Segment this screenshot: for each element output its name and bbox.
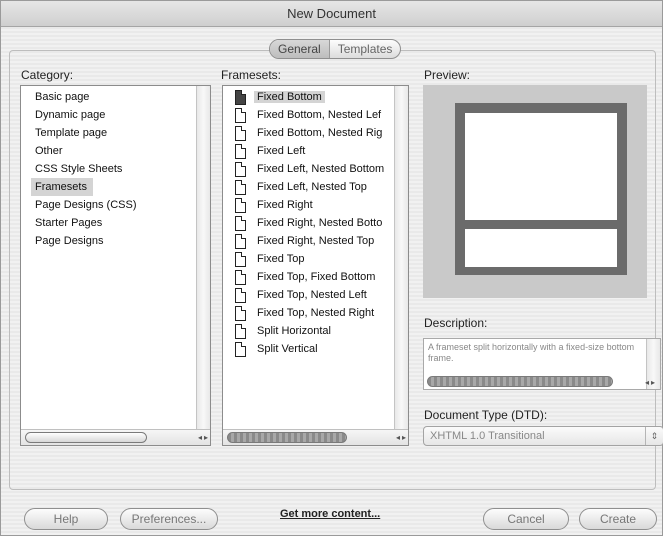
scroll-right-icon[interactable]: ▸ bbox=[402, 431, 406, 444]
category-vertical-scrollbar[interactable] bbox=[196, 86, 210, 429]
frameset-item-label: Fixed Left bbox=[257, 145, 306, 157]
category-scroll-thumb[interactable] bbox=[25, 432, 147, 443]
category-item[interactable]: Dynamic page bbox=[21, 106, 196, 124]
category-item[interactable]: Starter Pages bbox=[21, 214, 196, 232]
scroll-left-icon[interactable]: ◂ bbox=[645, 376, 649, 389]
scroll-left-icon[interactable]: ◂ bbox=[396, 431, 400, 444]
scroll-right-icon[interactable]: ▸ bbox=[204, 431, 208, 444]
create-button[interactable]: Create bbox=[579, 508, 657, 530]
frameset-item[interactable]: Fixed Right, Nested Top bbox=[223, 232, 394, 250]
document-page-icon bbox=[235, 251, 246, 267]
frameset-item-label: Split Horizontal bbox=[257, 325, 331, 337]
frameset-item-label: Fixed Bottom bbox=[254, 91, 325, 103]
category-list[interactable]: Basic page Dynamic page Template page Ot… bbox=[20, 85, 211, 446]
description-text: A frameset split horizontally with a fix… bbox=[428, 342, 635, 363]
document-page-icon bbox=[235, 323, 246, 339]
frameset-item[interactable]: Fixed Left bbox=[223, 142, 394, 160]
document-page-icon bbox=[235, 89, 246, 105]
framesets-label: Framesets: bbox=[221, 68, 282, 82]
frameset-item[interactable]: Fixed Right bbox=[223, 196, 394, 214]
frameset-item[interactable]: Fixed Top, Nested Right bbox=[223, 304, 394, 322]
category-label: Category: bbox=[21, 68, 74, 82]
description-horizontal-scrollbar[interactable]: ◂ ▸ bbox=[423, 373, 661, 391]
document-page-icon bbox=[235, 143, 246, 159]
preview-box bbox=[423, 85, 647, 298]
document-page-icon bbox=[235, 215, 246, 231]
category-item[interactable]: Template page bbox=[21, 124, 196, 142]
framesets-list[interactable]: Fixed Bottom Fixed Bottom, Nested Lef Fixe… bbox=[222, 85, 409, 446]
document-page-icon bbox=[235, 125, 246, 141]
framesets-horizontal-scrollbar[interactable]: ◂ ▸ bbox=[223, 429, 408, 445]
frameset-item-label: Fixed Bottom, Nested Lef bbox=[257, 109, 382, 121]
description-label: Description: bbox=[424, 316, 488, 330]
doctype-value: XHTML 1.0 Transitional bbox=[430, 430, 545, 442]
window-title: New Document bbox=[1, 1, 662, 27]
document-page-icon bbox=[235, 161, 246, 177]
category-item[interactable]: Basic page bbox=[21, 88, 196, 106]
doctype-select[interactable]: XHTML 1.0 Transitional ⇕ bbox=[423, 426, 663, 446]
frameset-item-label: Fixed Top, Nested Right bbox=[257, 307, 375, 319]
category-item[interactable]: Page Designs bbox=[21, 232, 196, 250]
preview-label: Preview: bbox=[424, 68, 471, 82]
scroll-right-icon[interactable]: ▸ bbox=[651, 376, 655, 389]
tab-bar: General Templates bbox=[269, 39, 402, 59]
category-item[interactable]: Page Designs (CSS) bbox=[21, 196, 196, 214]
document-page-icon bbox=[235, 233, 246, 249]
cancel-button[interactable]: Cancel bbox=[483, 508, 569, 530]
document-page-icon bbox=[235, 287, 246, 303]
category-horizontal-scrollbar[interactable]: ◂ ▸ bbox=[21, 429, 210, 445]
frameset-item-label: Fixed Left, Nested Top bbox=[257, 181, 367, 193]
category-item-selected[interactable]: Framesets bbox=[31, 178, 93, 196]
framesets-vertical-scrollbar[interactable] bbox=[394, 86, 408, 429]
frameset-item[interactable]: Fixed Top bbox=[223, 250, 394, 268]
help-button[interactable]: Help bbox=[24, 508, 108, 530]
preview-bottom-frame bbox=[465, 229, 617, 267]
description-scroll-thumb[interactable] bbox=[427, 376, 613, 387]
frameset-item[interactable]: Fixed Left, Nested Top bbox=[223, 178, 394, 196]
tab-templates[interactable]: Templates bbox=[330, 40, 401, 58]
document-page-icon bbox=[235, 341, 246, 357]
frameset-item[interactable]: Fixed Bottom, Nested Rig bbox=[223, 124, 394, 142]
frameset-item-label: Fixed Right bbox=[257, 199, 313, 211]
category-item[interactable]: Other bbox=[21, 142, 196, 160]
preferences-button[interactable]: Preferences... bbox=[120, 508, 218, 530]
document-page-icon bbox=[235, 107, 246, 123]
frameset-item[interactable]: Fixed Right, Nested Botto bbox=[223, 214, 394, 232]
new-document-window: New Document General Templates Category:… bbox=[0, 0, 663, 536]
frameset-item-label: Fixed Left, Nested Bottom bbox=[257, 163, 385, 175]
frameset-item[interactable]: Split Vertical bbox=[223, 340, 394, 358]
tab-general[interactable]: General bbox=[270, 40, 330, 58]
frameset-item-label: Fixed Right, Nested Botto bbox=[257, 217, 383, 229]
document-page-icon bbox=[235, 197, 246, 213]
document-page-icon bbox=[235, 179, 246, 195]
scroll-left-icon[interactable]: ◂ bbox=[198, 431, 202, 444]
updown-arrows-icon[interactable]: ⇕ bbox=[645, 427, 663, 445]
frameset-item-label: Split Vertical bbox=[257, 343, 318, 355]
frameset-item-label: Fixed Bottom, Nested Rig bbox=[257, 127, 383, 139]
frameset-item[interactable]: Fixed Top, Fixed Bottom bbox=[223, 268, 394, 286]
frameset-item-selected[interactable]: Fixed Bottom bbox=[223, 88, 394, 106]
document-page-icon bbox=[235, 305, 246, 321]
frameset-item[interactable]: Fixed Left, Nested Bottom bbox=[223, 160, 394, 178]
preview-top-frame bbox=[465, 113, 617, 220]
frameset-item[interactable]: Fixed Bottom, Nested Lef bbox=[223, 106, 394, 124]
document-page-icon bbox=[235, 269, 246, 285]
frameset-item-label: Fixed Right, Nested Top bbox=[257, 235, 375, 247]
frameset-preview bbox=[455, 103, 627, 275]
frameset-item-label: Fixed Top bbox=[257, 253, 305, 265]
framesets-scroll-thumb[interactable] bbox=[227, 432, 347, 443]
frameset-item-label: Fixed Top, Nested Left bbox=[257, 289, 367, 301]
frameset-item[interactable]: Fixed Top, Nested Left bbox=[223, 286, 394, 304]
get-more-content-link[interactable]: Get more content... bbox=[280, 508, 380, 520]
doctype-label: Document Type (DTD): bbox=[424, 408, 548, 422]
frameset-item-label: Fixed Top, Fixed Bottom bbox=[257, 271, 376, 283]
frameset-item[interactable]: Split Horizontal bbox=[223, 322, 394, 340]
category-item[interactable]: CSS Style Sheets bbox=[21, 160, 196, 178]
